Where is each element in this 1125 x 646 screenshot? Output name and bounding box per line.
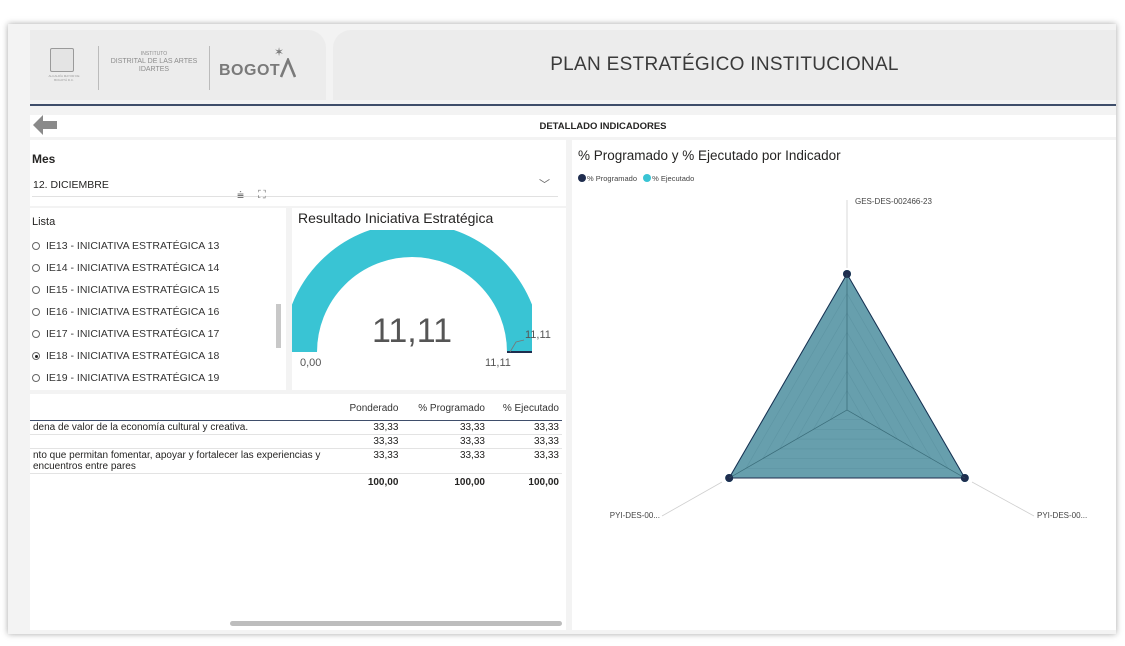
- logo-divider: [209, 46, 210, 90]
- radio-icon[interactable]: [32, 264, 40, 272]
- table-total-row: 100,00 100,00 100,00: [30, 473, 562, 489]
- institute-logo-text: INSTITUTO DISTRITAL DE LAS ARTES IDARTES: [104, 50, 204, 74]
- table-cell-ejecutado: 33,33: [487, 448, 562, 474]
- table-cell-ponderado: 33,33: [336, 420, 402, 435]
- lista-item-label: IE13 - INICIATIVA ESTRATÉGICA 13: [46, 240, 220, 252]
- institute-line1: DISTRITAL DE LAS ARTES: [110, 58, 198, 65]
- radar-legend: % Programado % Ejecutado: [578, 174, 694, 183]
- institute-line2: IDARTES: [138, 66, 170, 73]
- star-icon: ✶: [274, 45, 285, 59]
- legend-dot-ejecutado: [643, 174, 652, 182]
- lista-item[interactable]: IE17 - INICIATIVA ESTRATÉGICA 17: [32, 328, 219, 340]
- table-cell-programado: 33,33: [401, 434, 488, 449]
- lista-scrollbar[interactable]: [276, 304, 281, 348]
- table-header-row: Ponderado % Programado % Ejecutado: [30, 400, 562, 421]
- table-cell-desc: nto que permitan fomentar, apoyar y fort…: [30, 448, 336, 474]
- mes-dropdown-value[interactable]: 12. DICIEMBRE: [33, 179, 109, 191]
- table-cell-desc: [30, 434, 336, 449]
- crest-icon: [50, 48, 74, 72]
- lista-panel: [30, 208, 286, 390]
- chevron-down-icon[interactable]: ﹀: [539, 176, 550, 192]
- lista-item[interactable]: IE18 - INICIATIVA ESTRATÉGICA 18: [32, 350, 219, 362]
- legend-label-programado: % Programado: [587, 174, 638, 183]
- filter-icon[interactable]: ⩧: [237, 188, 244, 203]
- legend-label-ejecutado: % Ejecutado: [652, 174, 695, 183]
- lista-item[interactable]: IE13 - INICIATIVA ESTRATÉGICA 13: [32, 240, 219, 252]
- radio-icon[interactable]: [32, 286, 40, 294]
- lista-item-label: IE17 - INICIATIVA ESTRATÉGICA 17: [46, 328, 220, 340]
- crest-caption: ALCALDÍA MAYOR DE BOGOTÁ D.C.: [48, 74, 80, 82]
- table-cell-ejecutado: 33,33: [487, 420, 562, 435]
- radar-category-label: PYI-DES-00...: [610, 511, 660, 520]
- table-header-ejecutado[interactable]: % Ejecutado: [487, 400, 562, 421]
- radio-icon[interactable]: [32, 330, 40, 338]
- table-cell-programado: 33,33: [401, 420, 488, 435]
- radar-chart-title: % Programado y % Ejecutado por Indicador: [578, 148, 841, 163]
- radar-label-leader: [661, 481, 723, 517]
- lista-item[interactable]: IE16 - INICIATIVA ESTRATÉGICA 16: [32, 306, 219, 318]
- radar-chart[interactable]: GES-DES-002466-23 PYI-DES-00... PYI-DES-00…: [572, 186, 1116, 626]
- indicators-table: Ponderado % Programado % Ejecutado dena …: [30, 400, 562, 489]
- table-total-programado: 100,00: [401, 473, 488, 489]
- lista-item-label: IE16 - INICIATIVA ESTRATÉGICA 16: [46, 306, 220, 318]
- radio-icon[interactable]: [32, 374, 40, 382]
- focus-mode-icon[interactable]: ⛶: [258, 189, 266, 202]
- institute-small: INSTITUTO: [140, 51, 168, 57]
- table-cell-ponderado: 33,33: [336, 434, 402, 449]
- radio-icon[interactable]: [32, 352, 40, 360]
- logo-divider: [98, 46, 99, 90]
- lista-item-label: IE18 - INICIATIVA ESTRATÉGICA 18: [46, 350, 220, 362]
- table-cell-ponderado: 33,33: [336, 448, 402, 474]
- table-total-ponderado: 100,00: [336, 473, 402, 489]
- bogota-a-icon: [279, 56, 297, 78]
- bogota-logo: BOGOT: [219, 56, 297, 80]
- table-cell-ejecutado: 33,33: [487, 434, 562, 449]
- radar-category-label: GES-DES-002466-23: [855, 197, 932, 206]
- gauge-value: 11,11: [371, 312, 453, 350]
- lista-item[interactable]: IE19 - INICIATIVA ESTRATÉGICA 19: [32, 372, 219, 384]
- table-horizontal-scrollbar[interactable]: [230, 621, 562, 626]
- mes-label: Mes: [32, 152, 56, 166]
- lista-item[interactable]: IE15 - INICIATIVA ESTRATÉGICA 15: [32, 284, 219, 296]
- page-title: PLAN ESTRATÉGICO INSTITUCIONAL: [550, 54, 899, 75]
- gauge-min-label: 0,00: [300, 357, 322, 369]
- lista-item-label: IE19 - INICIATIVA ESTRATÉGICA 19: [46, 372, 220, 384]
- table-header-ponderado[interactable]: Ponderado: [336, 400, 402, 421]
- header-divider: [30, 104, 1116, 106]
- table-row[interactable]: 33,33 33,33 33,33: [30, 434, 562, 449]
- table-row[interactable]: dena de valor de la economía cultural y …: [30, 420, 562, 435]
- table-cell-programado: 33,33: [401, 448, 488, 474]
- lista-label: Lista: [32, 216, 56, 228]
- gauge-title: Resultado Iniciativa Estratégica: [298, 210, 494, 226]
- mes-underline: [32, 196, 558, 197]
- radar-category-label: PYI-DES-00...: [1037, 511, 1087, 520]
- table-header-programado[interactable]: % Programado: [401, 400, 488, 421]
- bogota-logo-text: BOGOT: [219, 62, 281, 79]
- legend-dot-programado: [578, 174, 586, 182]
- table-total-ejecutado: 100,00: [487, 473, 562, 489]
- table-cell-desc: dena de valor de la economía cultural y …: [30, 420, 336, 435]
- lista-item-label: IE15 - INICIATIVA ESTRATÉGICA 15: [46, 284, 220, 296]
- gauge-target-label: 11,11: [525, 329, 551, 341]
- section-title: DETALLADO INDICADORES: [539, 121, 667, 132]
- lista-item-label: IE14 - INICIATIVA ESTRATÉGICA 14: [46, 262, 220, 274]
- lista-item[interactable]: IE14 - INICIATIVA ESTRATÉGICA 14: [32, 262, 219, 274]
- radar-label-leader: [971, 481, 1035, 517]
- radio-icon[interactable]: [32, 308, 40, 316]
- table-header-desc: [30, 400, 336, 421]
- gauge-max-label: 11,11: [485, 357, 511, 369]
- table-total-desc: [30, 473, 336, 489]
- radio-icon[interactable]: [32, 242, 40, 250]
- table-row[interactable]: nto que permitan fomentar, apoyar y fort…: [30, 448, 562, 474]
